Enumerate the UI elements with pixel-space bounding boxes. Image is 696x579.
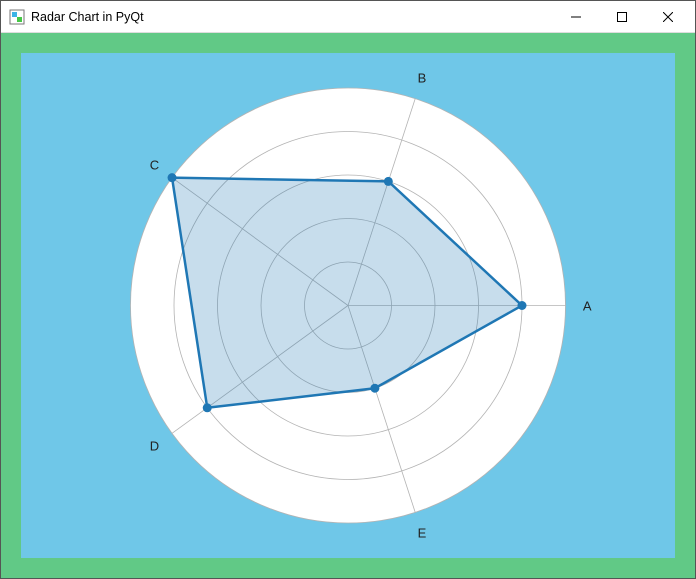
axis-label-C: C bbox=[150, 157, 159, 172]
axis-label-A: A bbox=[583, 298, 592, 313]
radar-chart: A B C D E bbox=[21, 53, 675, 558]
frame-border: A B C D E bbox=[1, 33, 695, 578]
window-title: Radar Chart in PyQt bbox=[31, 10, 144, 24]
app-icon bbox=[9, 9, 25, 25]
chart-canvas bbox=[21, 53, 675, 558]
maximize-button[interactable] bbox=[599, 1, 645, 33]
axis-label-B: B bbox=[418, 70, 427, 85]
axis-label-D: D bbox=[150, 439, 159, 454]
axis-label-E: E bbox=[418, 526, 427, 541]
minimize-button[interactable] bbox=[553, 1, 599, 33]
app-window: Radar Chart in PyQt A B C D E bbox=[0, 0, 696, 579]
titlebar: Radar Chart in PyQt bbox=[1, 1, 695, 33]
close-button[interactable] bbox=[645, 1, 691, 33]
